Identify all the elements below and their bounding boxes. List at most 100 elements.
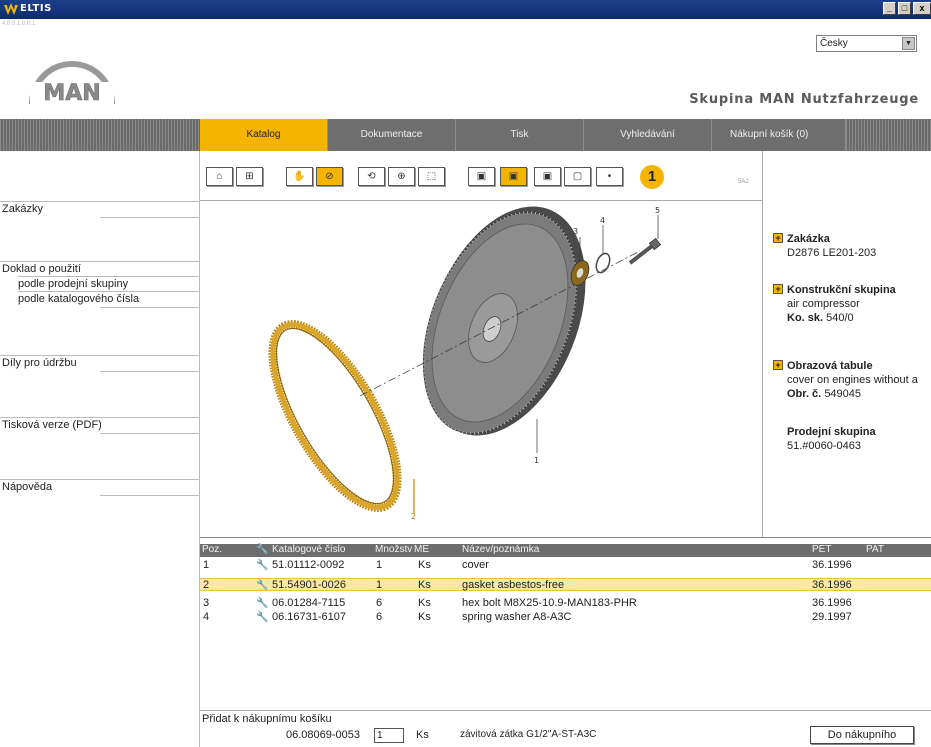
sidebar-item-maintenance[interactable]: Díly pro údržbu — [2, 357, 77, 369]
rotate-button[interactable]: ⟲ — [358, 167, 385, 186]
order-value: D2876 LE201-203 — [787, 247, 877, 259]
row-name: cover — [462, 559, 489, 571]
row-unit: Ks — [418, 559, 431, 571]
row-catalog: 06.16731-6107 — [272, 611, 347, 623]
minimize-button[interactable]: _ — [883, 2, 896, 15]
expand-icon[interactable]: + — [773, 360, 783, 370]
ring-gear — [268, 320, 402, 512]
next-button[interactable]: • — [596, 167, 623, 186]
callout-4: 4 — [600, 216, 605, 225]
wrench-icon: 🔧 — [256, 544, 269, 555]
row-pos: 2 — [203, 579, 210, 591]
table-row[interactable]: 4 🔧 06.16731-6107 6 Ks spring washer A8-… — [200, 611, 931, 624]
step-badge: 1 — [640, 165, 664, 189]
col-qty[interactable]: Množství — [375, 544, 413, 555]
sidebar-item-help[interactable]: Nápověda — [2, 481, 52, 493]
home-view-button[interactable]: ⌂ — [206, 167, 233, 186]
washer-part — [595, 252, 611, 274]
info-figure: + Obrazová tabule cover on engines witho… — [773, 359, 931, 401]
table-row-selected[interactable]: 2 🔧 51.54901-0026 1 Ks gasket asbestos-f… — [200, 578, 931, 591]
sidebar-divider — [0, 261, 200, 262]
wrench-icon[interactable]: 🔧 — [256, 559, 268, 572]
sidebar-divider — [18, 291, 200, 292]
row-name: gasket asbestos-free — [462, 579, 565, 591]
add-to-cart-label: Přidat k nákupnímu košíku — [202, 713, 332, 725]
sidebar-divider — [100, 217, 200, 218]
view-mode-4-button[interactable]: ▢ — [564, 167, 591, 186]
construction-label: Konstrukční skupina — [787, 284, 896, 296]
window-title-bar: ELTIS _ □ x — [0, 0, 931, 19]
tab-tisk[interactable]: Tisk — [456, 119, 584, 151]
quantity-input[interactable]: 1 — [374, 728, 404, 743]
language-value: Česky — [820, 38, 848, 49]
col-catalog[interactable]: Katalogové číslo — [272, 544, 345, 555]
ko-label: Ko. sk. — [787, 312, 824, 324]
wrench-icon[interactable]: 🔧 — [256, 611, 268, 624]
man-logo-text: MAN — [43, 81, 100, 106]
expand-icon[interactable]: + — [773, 233, 783, 243]
add-to-cart-bar: Přidat k nákupnímu košíku 06.08069-0053 … — [200, 710, 931, 747]
part-description: závitová zátka G1/2"A-ST-A3C — [460, 729, 597, 740]
sidebar-item-by-group[interactable]: podle prodejní skupiny — [18, 278, 128, 290]
row-unit: Ks — [418, 579, 431, 591]
sidebar-item-usage[interactable]: Doklad o použití — [2, 263, 81, 275]
sidebar-item-zakazky[interactable]: Zakázky — [2, 203, 43, 215]
row-catalog: 06.01284-7115 — [272, 597, 346, 609]
row-pet: 29.1997 — [812, 611, 852, 623]
sidebar-divider — [0, 201, 200, 202]
select-button[interactable]: ⊘ — [316, 167, 343, 186]
exploded-drawing[interactable]: 1 2 3 4 5 — [200, 201, 762, 537]
sidebar-divider — [100, 495, 200, 496]
info-sales-group: Prodejní skupina 51.#0060-0463 — [787, 425, 931, 453]
sidebar-divider — [100, 307, 200, 308]
parts-table-header: Poz. 🔧 Katalogové číslo Množství ME Náze… — [200, 544, 931, 557]
bolt-part — [628, 237, 662, 265]
nav-pattern-left — [0, 119, 200, 151]
figure-value: cover on engines without a — [787, 374, 918, 386]
zoom-in-button[interactable]: ⊕ — [388, 167, 415, 186]
table-row[interactable]: 3 🔧 06.01284-7115 6 Ks hex bolt M8X25-10… — [200, 597, 931, 610]
view-mode-3-button[interactable]: ▣ — [534, 167, 561, 186]
info-order: + Zakázka D2876 LE201-203 — [773, 232, 931, 260]
wrench-icon[interactable]: 🔧 — [256, 597, 268, 610]
info-construction: + Konstrukční skupina air compressor Ko.… — [773, 283, 931, 325]
window-title: ELTIS — [20, 3, 52, 14]
pan-hand-button[interactable]: ✋ — [286, 167, 313, 186]
add-to-cart-button[interactable]: Do nákupního — [810, 726, 914, 744]
sidebar-divider — [0, 479, 200, 480]
row-name: spring washer A8-A3C — [462, 611, 572, 623]
header: 4.0.0.1.0.0.1 MAN Česky ▼ Skupina MAN Nu… — [0, 19, 931, 119]
view-mode-1-button[interactable]: ▣ — [468, 167, 495, 186]
wrench-icon[interactable]: 🔧 — [256, 579, 268, 592]
expand-icon[interactable]: + — [773, 284, 783, 294]
col-pat[interactable]: PAT — [866, 544, 884, 555]
row-pos: 4 — [203, 611, 210, 623]
tab-dokumentace[interactable]: Dokumentace — [328, 119, 456, 151]
fit-view-button[interactable]: ⊞ — [236, 167, 263, 186]
close-button[interactable]: x — [913, 2, 931, 15]
col-name[interactable]: Název/poznámka — [462, 544, 539, 555]
row-catalog: 51.01112-0092 — [272, 559, 345, 571]
tab-cart[interactable]: Nákupní košík (0) — [712, 119, 846, 151]
tab-vyhledavani[interactable]: Vyhledávání — [584, 119, 712, 151]
language-select[interactable]: Česky ▼ — [816, 35, 917, 52]
sidebar-item-pdf[interactable]: Tisková verze (PDF) — [2, 419, 102, 431]
chevron-down-icon[interactable]: ▼ — [902, 37, 915, 50]
callout-3: 3 — [573, 227, 578, 236]
col-unit[interactable]: ME — [414, 544, 429, 555]
row-qty: 1 — [376, 559, 383, 571]
row-qty: 6 — [376, 611, 383, 623]
sidebar-item-by-catalog[interactable]: podle katalogového čísla — [18, 293, 139, 305]
zoom-window-button[interactable]: ⬚ — [418, 167, 445, 186]
maximize-button[interactable]: □ — [898, 2, 911, 15]
table-row[interactable]: 1 🔧 51.01112-0092 1 Ks cover 36.1996 — [200, 559, 931, 572]
man-logo: MAN — [29, 61, 115, 106]
row-pet: 36.1996 — [812, 597, 852, 609]
tab-katalog[interactable]: Katalog — [200, 119, 328, 151]
col-pos[interactable]: Poz. — [202, 544, 222, 555]
construction-value: air compressor — [787, 298, 860, 310]
col-pet[interactable]: PET — [812, 544, 831, 555]
sales-value: 51.#0060-0463 — [787, 440, 862, 452]
view-mode-2-button[interactable]: ▣ — [500, 167, 527, 186]
nav-pattern-right — [846, 119, 931, 151]
